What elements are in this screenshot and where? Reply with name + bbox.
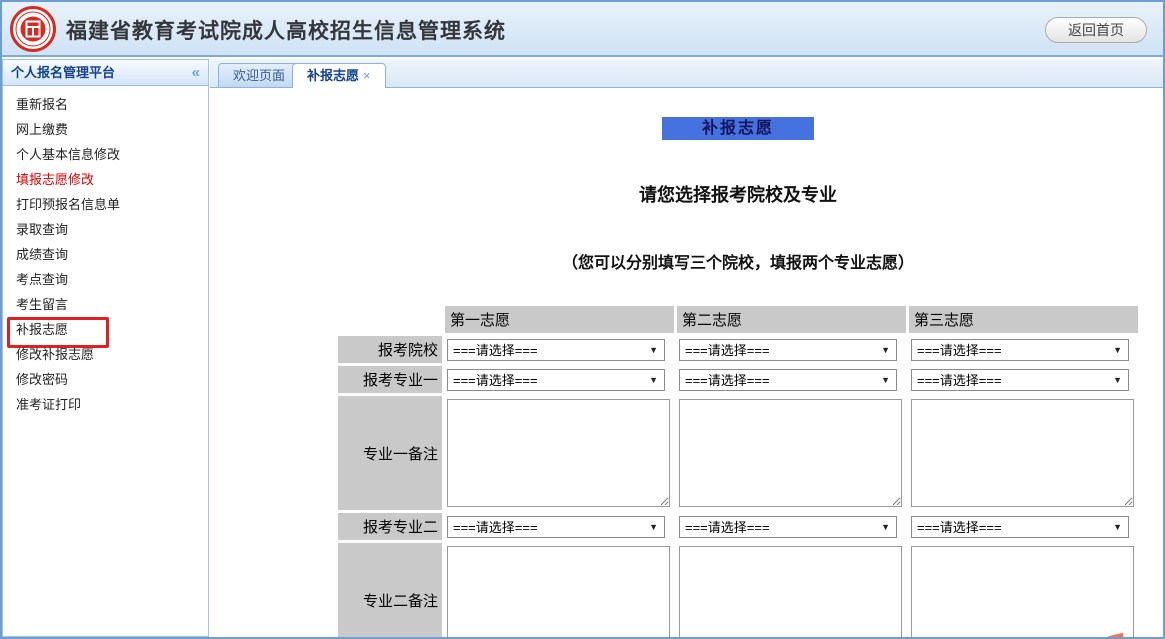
- column-header-first-choice: 第一志愿: [445, 306, 674, 333]
- page-title: 福建省教育考试院成人高校招生信息管理系统: [66, 15, 506, 45]
- column-header-second-choice: 第二志愿: [677, 306, 906, 333]
- sidebar: 个人报名管理平台 « 重新报名 网上缴费 个人基本信息修改 填报志愿修改 打印预…: [2, 59, 209, 637]
- college-select-choice2[interactable]: ===请选择=== ▼: [679, 339, 897, 361]
- row-label-major1: 报考专业一: [338, 366, 442, 393]
- column-header-third-choice: 第三志愿: [909, 306, 1138, 333]
- select-value: ===请选择===: [917, 517, 1002, 536]
- select-value: ===请选择===: [453, 370, 538, 389]
- dropdown-arrow-icon: ▼: [1113, 375, 1122, 385]
- select-value: ===请选择===: [685, 517, 770, 536]
- sidebar-item-exam-site-query[interactable]: 考点查询: [3, 267, 208, 292]
- dropdown-arrow-icon: ▼: [881, 522, 890, 532]
- sidebar-item-supplementary-application[interactable]: 补报志愿: [3, 317, 208, 342]
- select-value: ===请选择===: [917, 340, 1002, 359]
- tab-active-label: 补报志愿: [307, 68, 359, 83]
- major1-select-choice3[interactable]: ===请选择=== ▼: [911, 369, 1129, 391]
- sidebar-menu: 重新报名 网上缴费 个人基本信息修改 填报志愿修改 打印预报名信息单 录取查询 …: [3, 86, 208, 417]
- table-corner-cell: [338, 306, 442, 333]
- dropdown-arrow-icon: ▼: [649, 375, 658, 385]
- main-content: 补报志愿 请您选择报考院校及专业 （您可以分别填写三个院校，填报两个专业志愿） …: [210, 88, 1163, 637]
- select-value: ===请选择===: [453, 517, 538, 536]
- college-select-choice3[interactable]: ===请选择=== ▼: [911, 339, 1129, 361]
- institute-seal-logo: [10, 6, 56, 52]
- collapse-sidebar-icon[interactable]: «: [192, 62, 200, 84]
- row-label-major1-note: 专业一备注: [338, 396, 442, 510]
- close-tab-icon[interactable]: ×: [363, 68, 371, 83]
- sidebar-item-edit-supplementary-application[interactable]: 修改补报志愿: [3, 342, 208, 367]
- tab-welcome-label: 欢迎页面: [233, 68, 285, 83]
- college-row: 报考院校 ===请选择=== ▼ ===请选择=== ▼ ===请选择=== ▼: [338, 336, 1138, 363]
- row-label-major2: 报考专业二: [338, 513, 442, 540]
- sidebar-item-admission-query[interactable]: 录取查询: [3, 217, 208, 242]
- row-label-major2-note: 专业二备注: [338, 543, 442, 637]
- major1-select-choice1[interactable]: ===请选择=== ▼: [447, 369, 665, 391]
- major1-note-choice1-textarea[interactable]: [447, 399, 670, 507]
- sidebar-item-score-query[interactable]: 成绩查询: [3, 242, 208, 267]
- major2-row: 报考专业二 ===请选择=== ▼ ===请选择=== ▼ ===请选择=== ▼: [338, 513, 1138, 540]
- sidebar-item-change-password[interactable]: 修改密码: [3, 367, 208, 392]
- dropdown-arrow-icon: ▼: [649, 345, 658, 355]
- sidebar-item-reapply[interactable]: 重新报名: [3, 92, 208, 117]
- dropdown-arrow-icon: ▼: [1113, 345, 1122, 355]
- application-table: 第一志愿 第二志愿 第三志愿 报考院校 ===请选择=== ▼ ===请选择===…: [335, 303, 1141, 637]
- app-header: 福建省教育考试院成人高校招生信息管理系统 返回首页: [2, 2, 1163, 57]
- dropdown-arrow-icon: ▼: [881, 345, 890, 355]
- major1-note-choice3-textarea[interactable]: [911, 399, 1134, 507]
- major1-row: 报考专业一 ===请选择=== ▼ ===请选择=== ▼ ===请选择=== ▼: [338, 366, 1138, 393]
- tab-welcome[interactable]: 欢迎页面: [218, 63, 300, 88]
- dropdown-arrow-icon: ▼: [881, 375, 890, 385]
- row-label-college: 报考院校: [338, 336, 442, 363]
- sidebar-item-print-prereg-form[interactable]: 打印预报名信息单: [3, 192, 208, 217]
- major2-note-choice1-textarea[interactable]: [447, 546, 670, 637]
- sidebar-title: 个人报名管理平台: [11, 60, 115, 85]
- major2-note-row: 专业二备注: [338, 543, 1138, 637]
- major1-select-choice2[interactable]: ===请选择=== ▼: [679, 369, 897, 391]
- sidebar-item-print-admission-ticket[interactable]: 准考证打印: [3, 392, 208, 417]
- major2-select-choice1[interactable]: ===请选择=== ▼: [447, 516, 665, 538]
- sidebar-item-edit-application[interactable]: 填报志愿修改: [3, 167, 208, 192]
- select-value: ===请选择===: [685, 340, 770, 359]
- major2-select-choice3[interactable]: ===请选择=== ▼: [911, 516, 1129, 538]
- section-banner: 补报志愿: [662, 117, 814, 140]
- tab-bar: 欢迎页面 补报志愿 ×: [210, 59, 1163, 88]
- app-window: 福建省教育考试院成人高校招生信息管理系统 返回首页 个人报名管理平台 « 重新报…: [0, 0, 1165, 639]
- sidebar-item-online-payment[interactable]: 网上缴费: [3, 117, 208, 142]
- select-value: ===请选择===: [917, 370, 1002, 389]
- major2-note-choice2-textarea[interactable]: [679, 546, 902, 637]
- dropdown-arrow-icon: ▼: [649, 522, 658, 532]
- select-value: ===请选择===: [453, 340, 538, 359]
- form-subheading: （您可以分别填写三个院校，填报两个专业志愿）: [335, 249, 1141, 273]
- major2-note-choice3-textarea[interactable]: [911, 546, 1134, 637]
- college-select-choice1[interactable]: ===请选择=== ▼: [447, 339, 665, 361]
- table-header-row: 第一志愿 第二志愿 第三志愿: [338, 306, 1138, 333]
- sidebar-item-candidate-message[interactable]: 考生留言: [3, 292, 208, 317]
- sidebar-item-edit-personal-info[interactable]: 个人基本信息修改: [3, 142, 208, 167]
- form-heading: 请您选择报考院校及专业: [335, 181, 1141, 207]
- select-value: ===请选择===: [685, 370, 770, 389]
- return-home-button[interactable]: 返回首页: [1045, 17, 1147, 43]
- dropdown-arrow-icon: ▼: [1113, 522, 1122, 532]
- major2-select-choice2[interactable]: ===请选择=== ▼: [679, 516, 897, 538]
- major1-note-choice2-textarea[interactable]: [679, 399, 902, 507]
- tab-supplementary-application[interactable]: 补报志愿 ×: [292, 63, 386, 89]
- major1-note-row: 专业一备注: [338, 396, 1138, 510]
- sidebar-header: 个人报名管理平台 «: [3, 60, 208, 86]
